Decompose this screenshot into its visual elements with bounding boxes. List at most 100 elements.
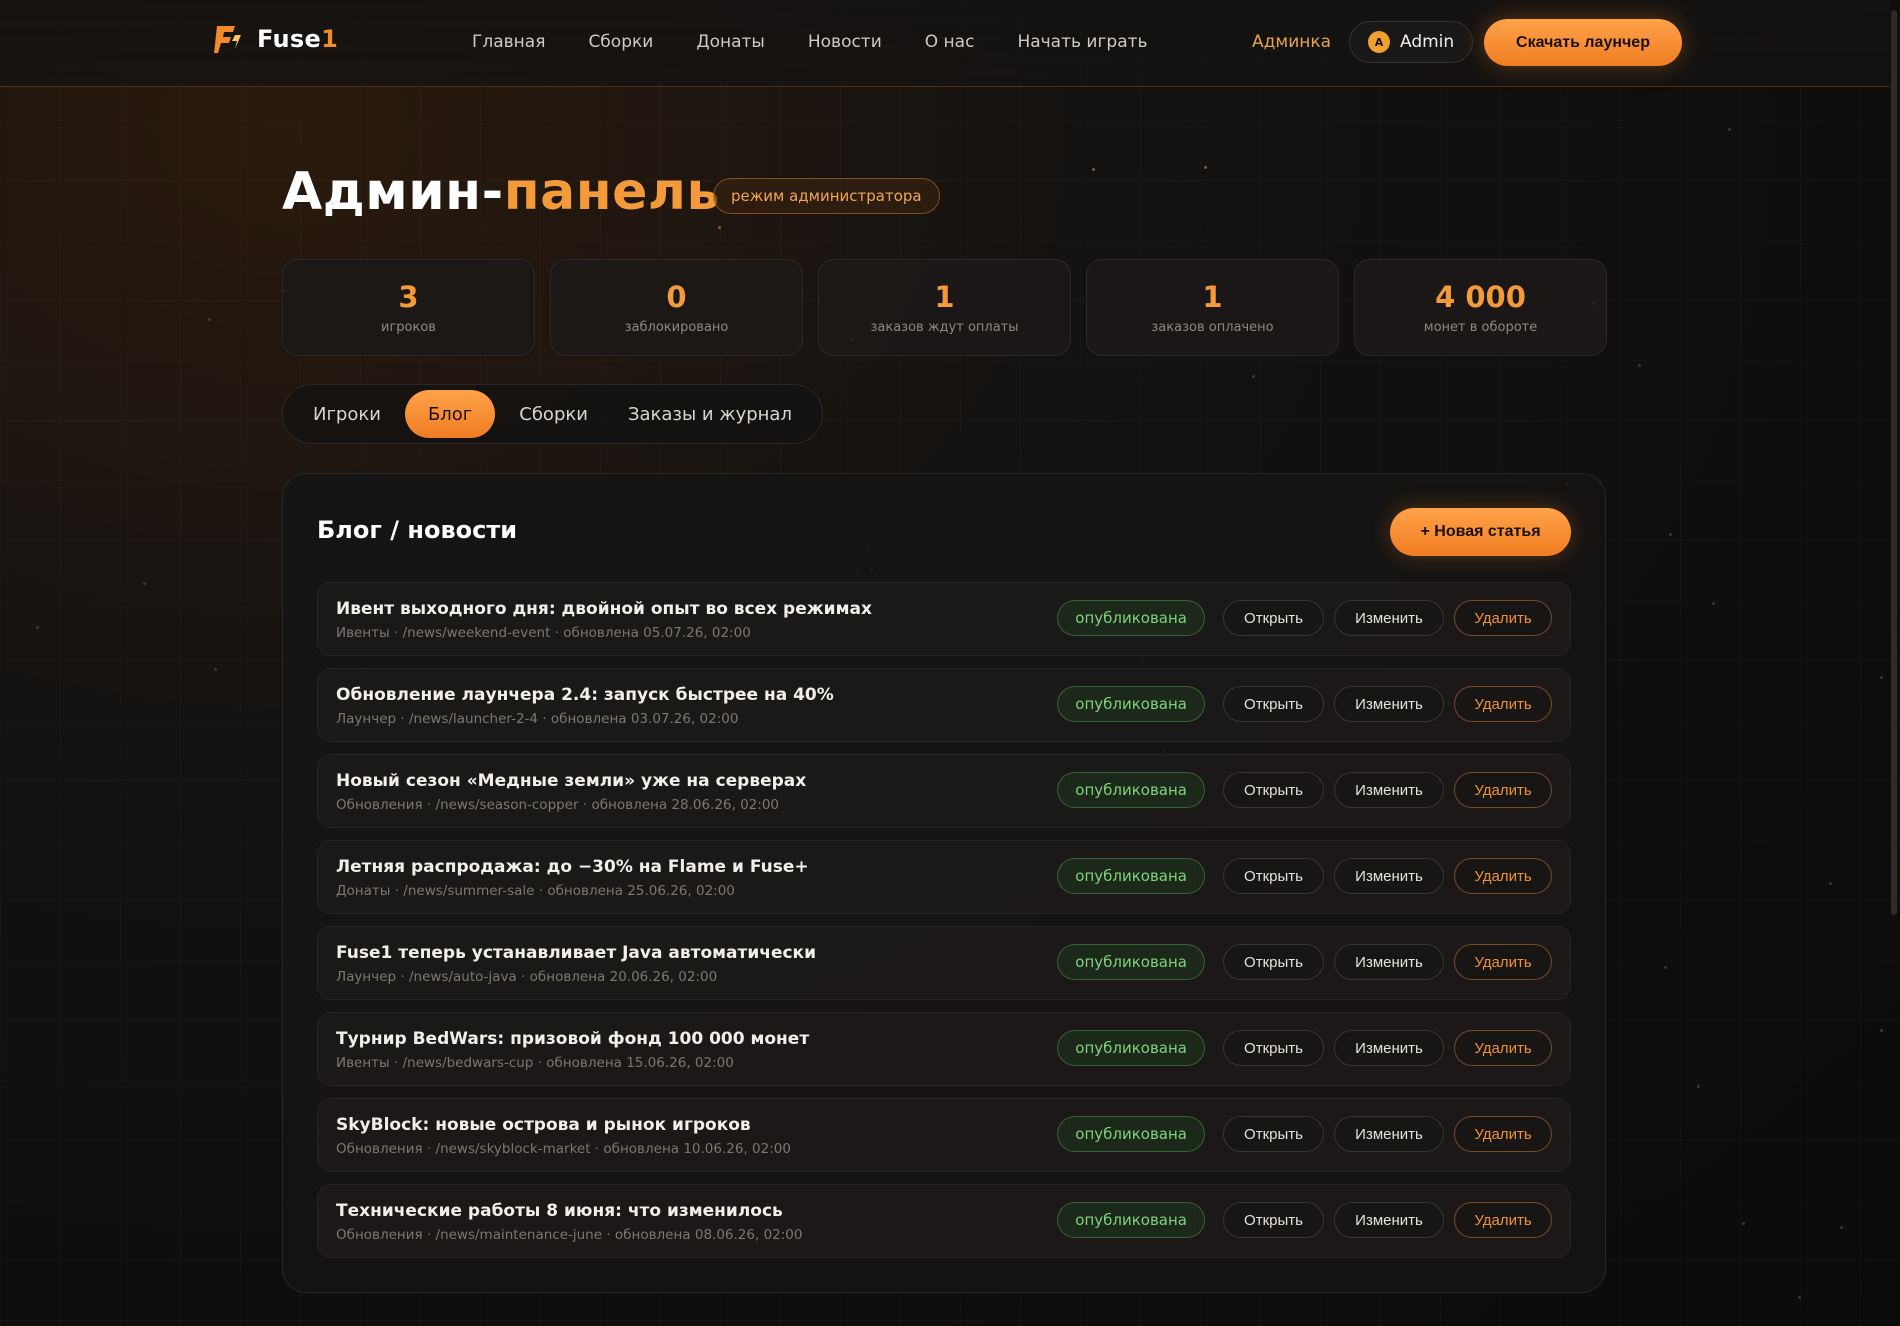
tab-blog[interactable]: Блог	[404, 390, 496, 438]
page-title: Админ-панель	[282, 162, 720, 222]
article-title: Новый сезон «Медные земли» уже на сервер…	[336, 771, 807, 791]
open-article-button[interactable]: Открыть	[1223, 600, 1324, 636]
tab-builds[interactable]: Сборки	[503, 390, 604, 438]
particle	[1712, 602, 1715, 605]
stat-value: 1	[1202, 280, 1223, 314]
top-header: Fuse1 Главная Сборки Донаты Новости О на…	[0, 0, 1890, 87]
article-actions: опубликована Открыть Изменить Удалить	[1057, 772, 1552, 808]
article-meta: Ивенты · /news/bedwars-cup · обновлена 1…	[336, 1055, 734, 1071]
edit-article-button[interactable]: Изменить	[1334, 600, 1444, 636]
open-article-button[interactable]: Открыть	[1223, 772, 1324, 808]
status-badge: опубликована	[1057, 944, 1205, 980]
status-badge: опубликована	[1057, 858, 1205, 894]
edit-article-button[interactable]: Изменить	[1334, 686, 1444, 722]
edit-article-button[interactable]: Изменить	[1334, 1116, 1444, 1152]
particle	[1728, 128, 1731, 131]
delete-article-button[interactable]: Удалить	[1454, 1202, 1552, 1238]
status-badge: опубликована	[1057, 1116, 1205, 1152]
article-meta: Лаунчер · /news/launcher-2-4 · обновлена…	[336, 711, 739, 727]
article-title: Fuse1 теперь устанавливает Java автомати…	[336, 943, 817, 963]
particle	[1840, 1226, 1843, 1229]
edit-article-button[interactable]: Изменить	[1334, 1202, 1444, 1238]
open-article-button[interactable]: Открыть	[1223, 686, 1324, 722]
edit-article-button[interactable]: Изменить	[1334, 944, 1444, 980]
delete-article-button[interactable]: Удалить	[1454, 858, 1552, 894]
page-scrollbar[interactable]	[1891, 10, 1897, 915]
edit-article-button[interactable]: Изменить	[1334, 772, 1444, 808]
particle	[1880, 676, 1883, 679]
open-article-button[interactable]: Открыть	[1223, 1030, 1324, 1066]
stat-value: 4 000	[1435, 280, 1526, 314]
particle	[1252, 375, 1255, 378]
delete-article-button[interactable]: Удалить	[1454, 944, 1552, 980]
admin-link[interactable]: Админка	[1252, 32, 1331, 52]
particle	[208, 318, 211, 321]
particle	[718, 226, 721, 229]
particle	[1697, 1085, 1700, 1088]
article-actions: опубликована Открыть Изменить Удалить	[1057, 1116, 1552, 1152]
user-menu[interactable]: A Admin	[1349, 21, 1473, 63]
stat-value: 0	[666, 280, 687, 314]
delete-article-button[interactable]: Удалить	[1454, 686, 1552, 722]
status-badge: опубликована	[1057, 686, 1205, 722]
particle	[1204, 166, 1207, 169]
particle	[1880, 1029, 1883, 1032]
article-row: Турнир BedWars: призовой фонд 100 000 мо…	[317, 1012, 1571, 1086]
article-actions: опубликована Открыть Изменить Удалить	[1057, 1030, 1552, 1066]
article-row: Ивент выходного дня: двойной опыт во все…	[317, 582, 1571, 656]
stat-label: монет в обороте	[1423, 320, 1538, 335]
stat-card-orders-paid: 1 заказов оплачено	[1086, 259, 1339, 356]
tab-players[interactable]: Игроки	[297, 390, 397, 438]
article-title: Обновление лаунчера 2.4: запуск быстрее …	[336, 685, 834, 705]
nav-item-donations[interactable]: Донаты	[696, 32, 765, 52]
nav-item-home[interactable]: Главная	[472, 32, 545, 52]
edit-article-button[interactable]: Изменить	[1334, 1030, 1444, 1066]
article-actions: опубликована Открыть Изменить Удалить	[1057, 686, 1552, 722]
article-list: Ивент выходного дня: двойной опыт во все…	[317, 582, 1571, 1270]
nav-item-about[interactable]: О нас	[925, 32, 975, 52]
article-title: SkyBlock: новые острова и рынок игроков	[336, 1115, 751, 1135]
particle	[214, 668, 217, 671]
nav-item-start-playing[interactable]: Начать играть	[1017, 32, 1147, 52]
article-meta: Обновления · /news/season-copper · обнов…	[336, 797, 779, 813]
stats-row: 3 игроков 0 заблокировано 1 заказов ждут…	[282, 259, 1607, 356]
article-row: Обновление лаунчера 2.4: запуск быстрее …	[317, 668, 1571, 742]
article-meta: Обновления · /news/skyblock-market · обн…	[336, 1141, 791, 1157]
user-name: Admin	[1400, 32, 1455, 52]
article-actions: опубликована Открыть Изменить Удалить	[1057, 1202, 1552, 1238]
download-launcher-button[interactable]: Скачать лаунчер	[1484, 19, 1682, 66]
delete-article-button[interactable]: Удалить	[1454, 1030, 1552, 1066]
stat-label: заказов оплачено	[1151, 320, 1274, 335]
stat-label: заказов ждут оплаты	[870, 320, 1019, 335]
edit-article-button[interactable]: Изменить	[1334, 858, 1444, 894]
particle	[1638, 364, 1641, 367]
particle	[1829, 882, 1832, 885]
article-actions: опубликована Открыть Изменить Удалить	[1057, 858, 1552, 894]
stat-value: 3	[398, 280, 419, 314]
delete-article-button[interactable]: Удалить	[1454, 600, 1552, 636]
stat-label: заблокировано	[624, 320, 729, 335]
stat-label: игроков	[381, 320, 436, 335]
blog-panel: Блог / новости + Новая статья Ивент выхо…	[282, 473, 1606, 1293]
delete-article-button[interactable]: Удалить	[1454, 1116, 1552, 1152]
brand-logo[interactable]: Fuse1	[213, 22, 338, 56]
status-badge: опубликована	[1057, 1030, 1205, 1066]
tab-orders-log[interactable]: Заказы и журнал	[612, 390, 808, 438]
open-article-button[interactable]: Открыть	[1223, 944, 1324, 980]
panel-title: Блог / новости	[317, 516, 518, 544]
article-row: Летняя распродажа: до −30% на Flame и Fu…	[317, 840, 1571, 914]
nav-item-builds[interactable]: Сборки	[588, 32, 653, 52]
open-article-button[interactable]: Открыть	[1223, 1202, 1324, 1238]
article-row: Fuse1 теперь устанавливает Java автомати…	[317, 926, 1571, 1000]
delete-article-button[interactable]: Удалить	[1454, 772, 1552, 808]
stat-value: 1	[934, 280, 955, 314]
new-article-button[interactable]: + Новая статья	[1390, 508, 1571, 556]
particle	[143, 582, 146, 585]
article-meta: Лаунчер · /news/auto-java · обновлена 20…	[336, 969, 718, 985]
nav-item-news[interactable]: Новости	[808, 32, 882, 52]
article-row: Новый сезон «Медные земли» уже на сервер…	[317, 754, 1571, 828]
admin-mode-badge: режим администратора	[713, 178, 940, 214]
stat-card-coins: 4 000 монет в обороте	[1354, 259, 1607, 356]
open-article-button[interactable]: Открыть	[1223, 1116, 1324, 1152]
open-article-button[interactable]: Открыть	[1223, 858, 1324, 894]
